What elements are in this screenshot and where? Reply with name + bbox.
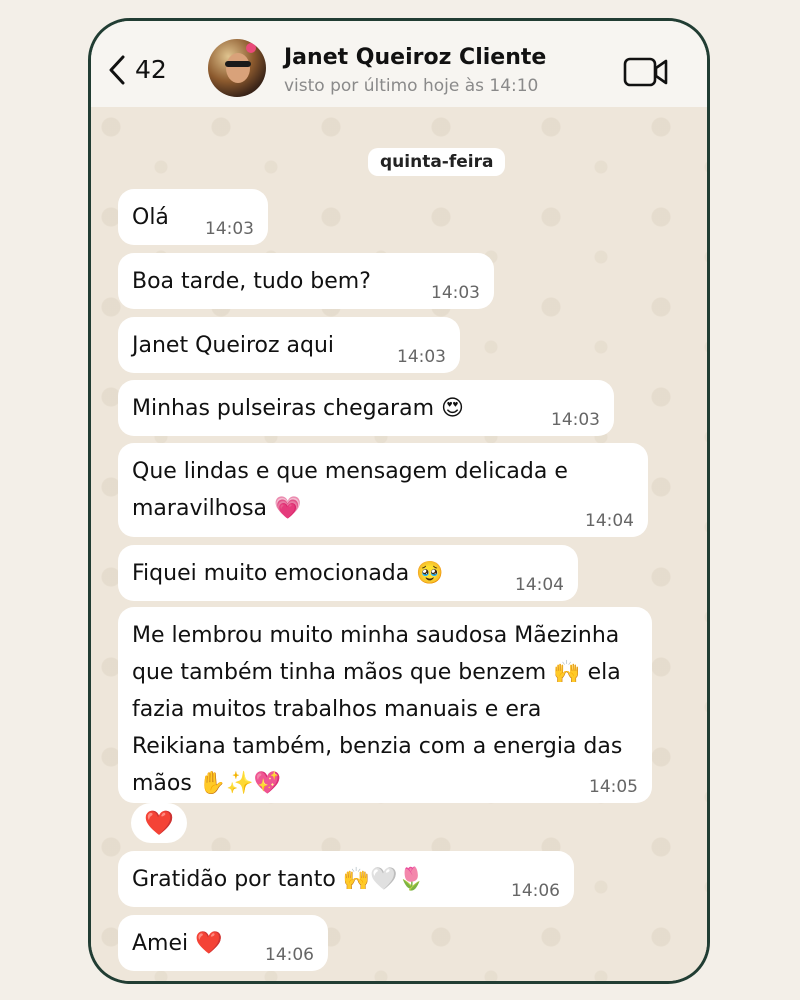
message-time: 14:03 bbox=[205, 219, 254, 239]
message-time: 14:06 bbox=[265, 945, 314, 965]
message-text: Amei ❤️ bbox=[132, 931, 223, 956]
chevron-left-icon bbox=[109, 55, 125, 85]
message-time: 14:03 bbox=[551, 410, 600, 430]
message-text: Olá bbox=[132, 205, 169, 230]
video-call-button[interactable] bbox=[623, 56, 669, 92]
message-text: Fiquei muito emocionada 🥹 bbox=[132, 561, 444, 586]
message-bubble[interactable]: Minhas pulseiras chegaram 😍 14:03 bbox=[118, 380, 614, 436]
contact-name[interactable]: Janet Queiroz Cliente bbox=[284, 45, 546, 70]
heart-reaction[interactable]: ❤️ bbox=[131, 803, 187, 843]
back-button[interactable]: 42 bbox=[109, 55, 167, 85]
phone-frame: 42 Janet Queiroz Cliente visto por últim… bbox=[88, 18, 710, 984]
unread-count: 42 bbox=[135, 55, 167, 84]
message-time: 14:04 bbox=[585, 511, 634, 531]
avatar[interactable] bbox=[208, 39, 266, 97]
message-bubble[interactable]: Olá 14:03 bbox=[118, 189, 268, 245]
message-time: 14:05 bbox=[589, 777, 638, 797]
message-text: Que lindas e que mensagem delicada e mar… bbox=[132, 459, 568, 521]
message-text: Gratidão por tanto 🙌🤍🌷 bbox=[132, 867, 425, 892]
message-bubble[interactable]: Que lindas e que mensagem delicada e mar… bbox=[118, 443, 648, 537]
message-time: 14:03 bbox=[431, 283, 480, 303]
message-text: Boa tarde, tudo bem? bbox=[132, 269, 371, 294]
message-bubble[interactable]: Me lembrou muito minha saudosa Mãezinha … bbox=[118, 607, 652, 803]
message-time: 14:06 bbox=[511, 881, 560, 901]
last-seen-status: visto por último hoje às 14:10 bbox=[284, 76, 539, 96]
message-text: Janet Queiroz aqui bbox=[132, 333, 335, 358]
message-time: 14:04 bbox=[515, 575, 564, 595]
message-bubble[interactable]: Gratidão por tanto 🙌🤍🌷 14:06 bbox=[118, 851, 574, 907]
message-bubble[interactable]: Boa tarde, tudo bem? 14:03 bbox=[118, 253, 494, 309]
video-camera-icon bbox=[623, 57, 669, 92]
message-bubble[interactable]: Janet Queiroz aqui 14:03 bbox=[118, 317, 460, 373]
message-bubble[interactable]: Fiquei muito emocionada 🥹 14:04 bbox=[118, 545, 578, 601]
chat-header: 42 Janet Queiroz Cliente visto por últim… bbox=[91, 21, 707, 107]
message-text: Minhas pulseiras chegaram 😍 bbox=[132, 396, 464, 421]
date-divider: quinta-feira bbox=[368, 148, 506, 176]
message-text: Me lembrou muito minha saudosa Mãezinha … bbox=[132, 623, 623, 796]
message-time: 14:03 bbox=[397, 347, 446, 367]
message-bubble[interactable]: Amei ❤️ 14:06 bbox=[118, 915, 328, 971]
